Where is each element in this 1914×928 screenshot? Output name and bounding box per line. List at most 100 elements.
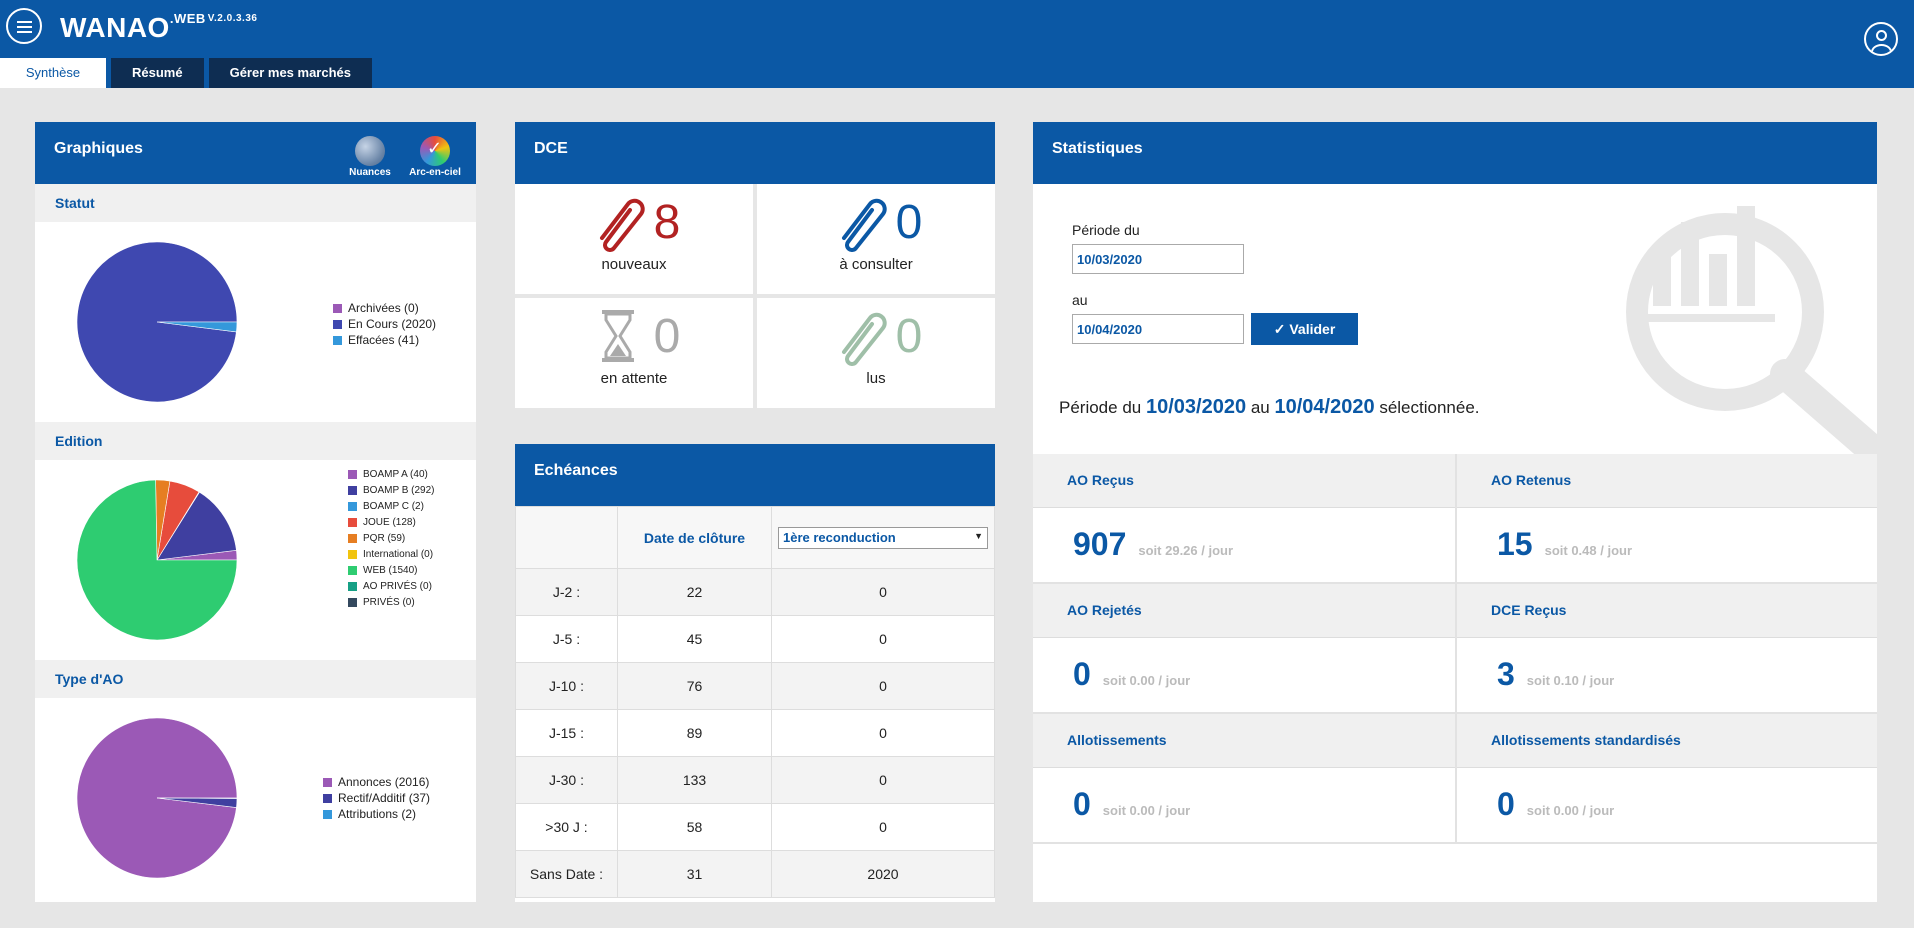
dce-header: DCE [515,122,995,184]
legend-item[interactable]: Attributions (2) [323,806,430,822]
legend-label: BOAMP A (40) [363,468,428,480]
row-date-count[interactable]: 58 [617,803,772,851]
table-row: J-10 :76 0 [515,662,995,710]
kpi-value: 15 [1497,526,1533,562]
selected-period-prefix: Période du [1059,398,1142,417]
legend-item[interactable]: JOUE (128) [348,514,435,530]
date-to-input[interactable] [1072,314,1244,344]
selected-period-suffix: sélectionnée. [1379,398,1480,417]
table-row: J-2 :22 0 [515,568,995,616]
dce-lus[interactable]: 0 lus [757,298,995,408]
legend-item[interactable]: BOAMP C (2) [348,498,435,514]
echeances-table: Date de clôture 1ère reconduction ▼ J-2 :… [515,506,995,898]
row-date-count[interactable]: 31 [617,850,772,898]
row-recond-count[interactable]: 0 [771,615,995,663]
row-date-count[interactable]: 133 [617,756,772,804]
statut-chart: Archivées (0) En Cours (2020) Effacées (41… [35,222,476,422]
user-account-icon[interactable] [1864,22,1898,56]
legend-item[interactable]: PQR (59) [348,530,435,546]
edition-chart: BOAMP A (40) BOAMP B (292) BOAMP C (2) JOUE… [35,460,476,660]
valider-label: Valider [1289,320,1336,337]
dce-a-consulter-label: à consulter [839,256,913,273]
legend-swatch [323,777,332,787]
legend-label: PRIVÉS (0) [363,596,415,608]
row-date-count[interactable]: 76 [617,662,772,710]
dce-en-attente[interactable]: 0 en attente [515,298,753,408]
dce-a-consulter-count: 0 [895,195,923,249]
legend-label: International (0) [363,548,434,560]
dce-a-consulter[interactable]: 0 à consulter [757,184,995,294]
kpi-value: 0 [1073,656,1091,692]
reconduction-select-value: 1ère reconduction [783,529,896,545]
section-title-edition: Edition [35,422,476,460]
legend-item[interactable]: Rectif/Additif (37) [323,790,430,806]
date-from-input[interactable] [1072,244,1244,274]
dce-nouveaux-count: 8 [653,195,681,249]
tab-resume[interactable]: Résumé [111,58,204,88]
legend-item[interactable]: WEB (1540) [348,562,435,578]
row-recond-count[interactable]: 0 [771,756,995,804]
legend-swatch [333,335,342,345]
kpi-ao-rejetes[interactable]: AO Rejetés 0 soit 0.00 / jour [1033,584,1455,714]
row-recond-count[interactable]: 0 [771,709,995,757]
reconduction-select[interactable]: 1ère reconduction ▼ [778,526,988,549]
row-recond-count[interactable]: 2020 [771,850,995,898]
legend-swatch [348,565,357,575]
app-name: WANAO [60,12,170,43]
legend-item[interactable]: BOAMP B (292) [348,482,435,498]
dce-nouveaux-label: nouveaux [601,256,667,273]
row-date-count[interactable]: 89 [617,709,772,757]
table-row: J-30 :133 0 [515,756,995,804]
reconduction-header: 1ère reconduction ▼ [771,506,995,569]
kpi-allotissements-standardises[interactable]: Allotissements standardisés 0 soit 0.00 /… [1455,714,1877,844]
dce-nouveaux[interactable]: 8 nouveaux [515,184,753,294]
table-row: Sans Date :31 2020 [515,850,995,898]
rainbow-palette-button[interactable]: Arc-en-ciel [405,136,465,178]
row-label: J-2 : [515,568,618,616]
kpi-value: 907 [1073,526,1127,562]
legend-item[interactable]: International (0) [348,546,435,562]
table-row: >30 J :58 0 [515,803,995,851]
kpi-ao-retenus[interactable]: AO Retenus 15 soit 0.48 / jour [1455,454,1877,584]
legend-item[interactable]: BOAMP A (40) [348,466,435,482]
kpi-rate: soit 0.48 / jour [1544,543,1633,558]
legend-label: WEB (1540) [363,564,418,576]
kpi-ao-recus[interactable]: AO Reçus 907 soit 29.26 / jour [1033,454,1455,584]
legend-item[interactable]: AO PRIVÉS (0) [348,578,435,594]
legend-swatch [333,303,342,313]
legend-item[interactable]: Effacées (41) [333,332,436,348]
tab-synthese[interactable]: Synthèse [0,58,106,88]
row-recond-count[interactable]: 0 [771,662,995,710]
selected-period-text: Période du 10/03/2020 au 10/04/2020 séle… [1059,396,1480,419]
legend-swatch [348,533,357,543]
legend-label: Effacées (41) [348,333,420,347]
legend-item[interactable]: Annonces (2016) [323,774,430,790]
arc-en-ciel-label: Arc-en-ciel [409,167,461,178]
statistiques-title: Statistiques [1052,140,1143,157]
kpi-rate: soit 29.26 / jour [1138,543,1234,558]
legend-item[interactable]: PRIVÉS (0) [348,594,435,610]
app-name-suffix: .WEB [169,11,206,26]
hamburger-menu-icon[interactable] [6,8,42,44]
kpi-dce-recus[interactable]: DCE Reçus 3 soit 0.10 / jour [1455,584,1877,714]
legend-item[interactable]: En Cours (2020) [333,316,436,332]
dce-lus-count: 0 [895,309,923,363]
kpi-value: 0 [1497,786,1515,822]
row-date-count[interactable]: 45 [617,615,772,663]
table-row: J-15 :89 0 [515,709,995,757]
valider-button[interactable]: ✓ Valider [1251,313,1358,345]
legend-label: Attributions (2) [338,807,417,821]
row-recond-count[interactable]: 0 [771,568,995,616]
row-date-count[interactable]: 22 [617,568,772,616]
legend-item[interactable]: Archivées (0) [333,300,436,316]
row-recond-count[interactable]: 0 [771,803,995,851]
tab-gerer-marches[interactable]: Gérer mes marchés [208,58,372,88]
kpi-value: 3 [1497,656,1515,692]
kpi-allotissements[interactable]: Allotissements 0 soit 0.00 / jour [1033,714,1455,844]
legend-swatch [348,485,357,495]
kpi-title: AO Rejetés [1033,584,1455,638]
hourglass-icon [601,310,634,362]
type-ao-legend: Annonces (2016) Rectif/Additif (37) Attrib… [323,774,430,822]
nuances-palette-button[interactable]: Nuances [340,136,400,178]
kpi-value: 0 [1073,786,1091,822]
